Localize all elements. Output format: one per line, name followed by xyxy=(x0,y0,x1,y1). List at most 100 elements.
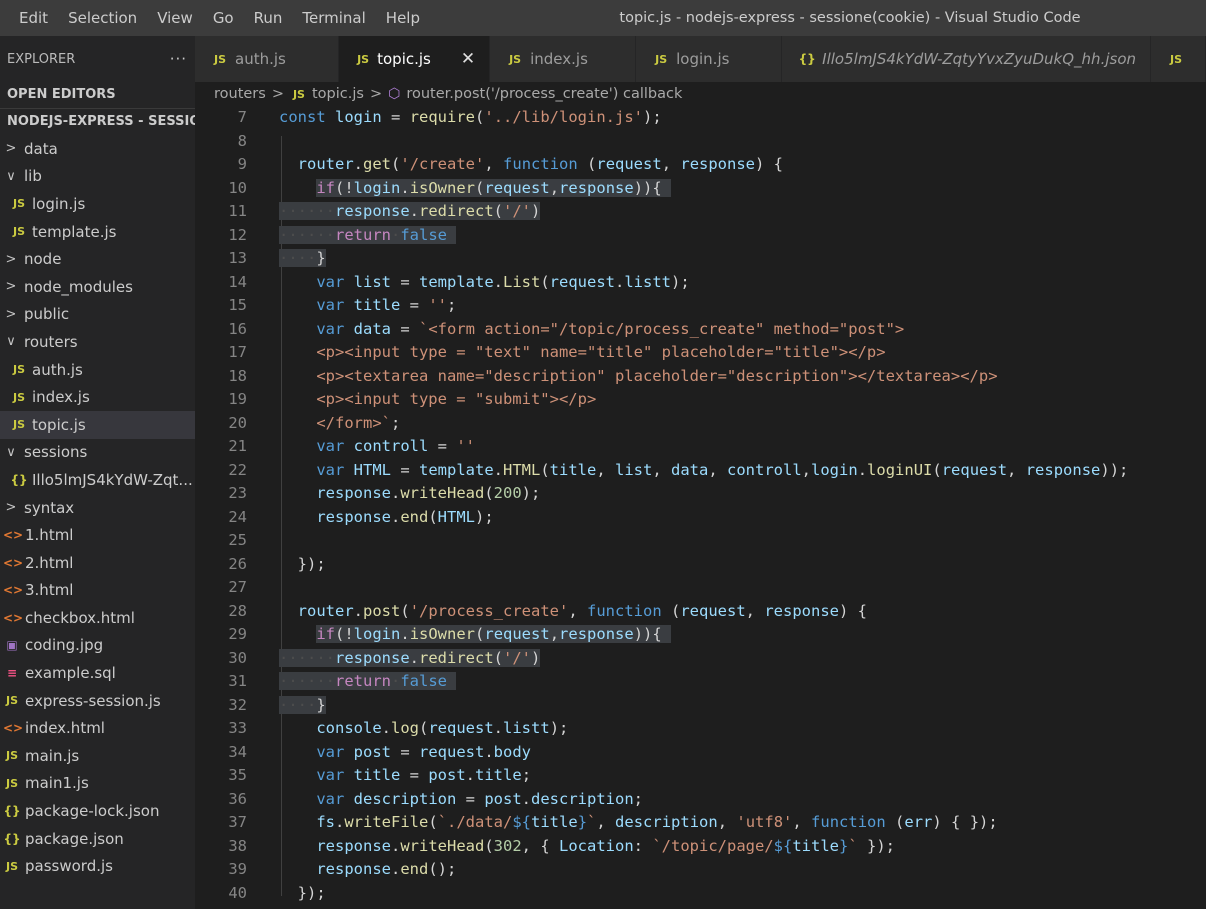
code-token: . xyxy=(493,272,503,291)
tree-item-label: checkbox.html xyxy=(25,608,135,627)
breadcrumb-file[interactable]: topic.js xyxy=(312,86,364,102)
file-item[interactable]: JS main1.js xyxy=(0,770,195,798)
code-token xyxy=(447,225,457,244)
menu-terminal[interactable]: Terminal xyxy=(292,0,375,36)
code-token: title xyxy=(475,766,522,784)
tab-label: login.js xyxy=(676,50,730,68)
code-token: var xyxy=(316,437,345,455)
more-actions-icon[interactable]: ··· xyxy=(170,50,187,68)
code-token: : xyxy=(633,836,653,855)
code-text: </form>`; xyxy=(279,412,400,436)
code-token: ( xyxy=(428,507,438,526)
breadcrumb-folder[interactable]: routers xyxy=(214,86,266,102)
file-item[interactable]: {} Illo5lmJS4kYdW-Zqt... xyxy=(0,466,195,494)
code-line: 8 xyxy=(195,130,1206,154)
code-editor[interactable]: 7 const login = require('../lib/login.js'… xyxy=(195,106,1206,909)
file-item[interactable]: <> 2.html xyxy=(0,549,195,577)
code-token: </form>` xyxy=(279,413,391,432)
tree-item-label: topic.js xyxy=(32,415,86,434)
tree-item-label: Illo5lmJS4kYdW-Zqt... xyxy=(32,470,193,489)
file-item[interactable]: JS index.js xyxy=(0,383,195,411)
file-item[interactable]: JS template.js xyxy=(0,218,195,246)
code-token: ${ xyxy=(512,813,532,831)
menu-go[interactable]: Go xyxy=(203,0,244,36)
html-file-icon: <> xyxy=(3,610,24,625)
breadcrumb-symbol[interactable]: router.post('/process_create') callback xyxy=(406,86,682,102)
close-icon[interactable]: ✕ xyxy=(461,49,475,69)
line-number: 31 xyxy=(228,672,247,690)
line-number: 30 xyxy=(228,648,247,667)
code-token: . xyxy=(857,460,868,479)
file-item[interactable]: JS topic.js xyxy=(0,410,195,439)
database-file-icon: ≡ xyxy=(6,666,18,681)
file-item[interactable]: <> 1.html xyxy=(0,521,195,549)
code-text: response.writeHead(302, { Location: `/to… xyxy=(279,835,895,859)
js-file-icon: JS xyxy=(12,390,25,404)
folder-item[interactable]: ∨ sessions xyxy=(0,439,195,467)
code-token: var xyxy=(316,319,345,338)
code-token: false xyxy=(400,225,448,244)
code-text: router.get('/create', function (request,… xyxy=(279,153,783,177)
open-editors-section[interactable]: OPEN EDITORS xyxy=(0,82,195,109)
menu-run[interactable]: Run xyxy=(244,0,293,36)
file-item[interactable]: <> checkbox.html xyxy=(0,604,195,632)
folder-item[interactable]: ∨ routers xyxy=(0,328,195,356)
folder-item[interactable]: > syntax xyxy=(0,494,195,522)
file-item[interactable]: <> index.html xyxy=(0,714,195,742)
code-token: ; xyxy=(390,413,401,432)
file-item[interactable]: JS express-session.js xyxy=(0,687,195,715)
code-token: ); xyxy=(475,507,494,526)
code-token: }); xyxy=(279,554,326,573)
menu-edit[interactable]: Edit xyxy=(9,0,58,36)
line-number: 32 xyxy=(228,695,247,714)
tree-item-label: coding.jpg xyxy=(25,636,104,655)
code-line: 37 fs.writeFile(`./data/${title}`, descr… xyxy=(195,811,1206,835)
code-token: ······ xyxy=(279,225,335,244)
tab-topic-js[interactable]: JS topic.js ✕ xyxy=(339,36,491,82)
explorer-title: EXPLORER xyxy=(7,51,76,67)
file-item[interactable]: JS auth.js xyxy=(0,356,195,384)
tab-auth-js[interactable]: JS auth.js xyxy=(195,36,340,82)
file-item[interactable]: {} package.json xyxy=(0,825,195,853)
code-line: 15 var title = ''; xyxy=(195,294,1206,318)
file-item[interactable]: ≡ example.sql xyxy=(0,659,195,687)
tab-overflow[interactable]: JS xyxy=(1151,36,1206,82)
file-item[interactable]: ▣ coding.jpg xyxy=(0,632,195,660)
code-token: var xyxy=(316,742,345,761)
project-section[interactable]: NODEJS-EXPRESS - SESSIO... xyxy=(0,109,195,135)
code-line: 17 <p><input type = "text" name="title" … xyxy=(195,341,1206,365)
file-item[interactable]: {} package-lock.json xyxy=(0,797,195,825)
code-text: <p><input type = "text" name="title" pla… xyxy=(279,341,885,365)
file-item[interactable]: JS main.js xyxy=(0,742,195,770)
menu-selection[interactable]: Selection xyxy=(58,0,147,36)
tab-illo5lmjs4kydw-zqtyyvxzyudukq-hh-json[interactable]: {} Illo5lmJS4kYdW-ZqtyYvxZyuDukQ_hh.json xyxy=(782,36,1151,82)
code-token: listt xyxy=(503,719,550,737)
tab-login-js[interactable]: JS login.js xyxy=(636,36,783,82)
code-line: 9 router.get('/create', function (reques… xyxy=(195,153,1206,177)
menu-help[interactable]: Help xyxy=(376,0,430,36)
line-number: 24 xyxy=(228,507,247,526)
code-text: var HTML = template.HTML(title, list, da… xyxy=(279,459,1128,483)
menu-view[interactable]: View xyxy=(147,0,203,36)
file-item[interactable]: JS password.js xyxy=(0,852,195,880)
file-item[interactable]: JS login.js xyxy=(0,190,195,218)
code-token: 200 xyxy=(493,484,522,502)
tab-index-js[interactable]: JS index.js xyxy=(490,36,637,82)
folder-item[interactable]: ∨ lib xyxy=(0,163,195,191)
code-token: response xyxy=(559,178,634,197)
folder-item[interactable]: > node xyxy=(0,245,195,273)
code-token: redirect xyxy=(419,202,494,220)
code-text: console.log(request.listt); xyxy=(279,717,568,741)
folder-item[interactable]: > public xyxy=(0,301,195,329)
line-number: 8 xyxy=(237,131,247,150)
code-token: ; xyxy=(521,766,532,784)
folder-item[interactable]: > node_modules xyxy=(0,273,195,301)
folder-item[interactable]: > data xyxy=(0,135,195,163)
code-token: , xyxy=(1007,460,1026,479)
code-token: ( xyxy=(661,601,681,620)
file-item[interactable]: <> 3.html xyxy=(0,577,195,605)
